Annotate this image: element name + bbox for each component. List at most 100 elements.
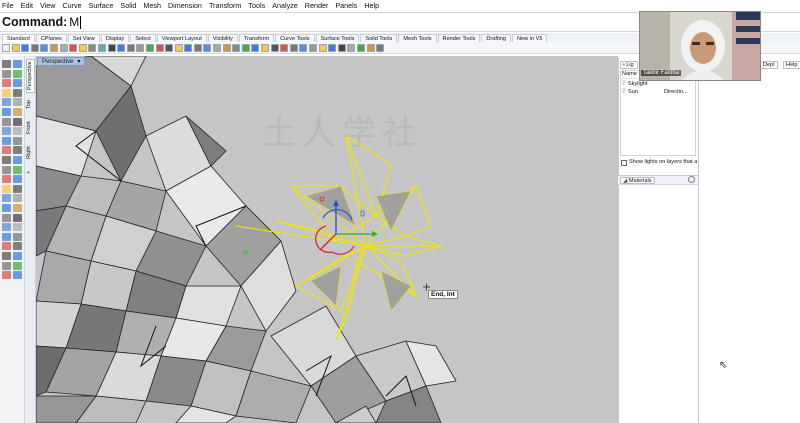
tab-visibility[interactable]: Visibility: [207, 34, 238, 42]
lights-panel-tab[interactable]: ●Lig: [620, 61, 638, 69]
toolbar-tool-icon[interactable]: [117, 43, 126, 52]
add-viewport-tab-button[interactable]: +: [26, 168, 35, 176]
menu-render[interactable]: Render: [305, 1, 329, 10]
tool-palette-icon[interactable]: [13, 136, 22, 145]
menu-help[interactable]: Help: [364, 1, 379, 10]
tool-palette-icon[interactable]: [2, 98, 11, 107]
tool-palette-icon[interactable]: [2, 60, 11, 68]
tool-palette-icon[interactable]: [2, 108, 11, 116]
tool-palette-icon[interactable]: [2, 136, 11, 145]
toolbar-tool-icon[interactable]: [193, 43, 202, 52]
tab-top[interactable]: Top: [26, 96, 35, 114]
tool-palette-icon[interactable]: [2, 127, 11, 136]
toolbar-tool-icon[interactable]: [78, 43, 87, 52]
toolbar-tool-icon[interactable]: [261, 43, 270, 52]
viewport-title-tab[interactable]: Perspective ▾: [37, 57, 86, 66]
toolbar-tool-icon[interactable]: [203, 43, 212, 52]
tool-palette-icon[interactable]: [13, 213, 22, 222]
menu-mesh[interactable]: Mesh: [143, 1, 161, 10]
tool-palette-icon[interactable]: [13, 69, 22, 78]
tool-palette-icon[interactable]: [2, 271, 11, 280]
tool-palette-icon[interactable]: [13, 175, 22, 184]
tool-palette-icon[interactable]: [2, 165, 11, 174]
tool-palette-icon[interactable]: [2, 156, 11, 164]
tool-palette-icon[interactable]: [2, 232, 11, 241]
materials-tab[interactable]: ◢ Materials: [620, 177, 655, 184]
tab-drafting[interactable]: Drafting: [481, 34, 511, 42]
tab-standard[interactable]: Standard: [2, 34, 35, 42]
tab-new-in-v5[interactable]: New in V5: [511, 34, 548, 42]
tool-palette-icon[interactable]: [13, 184, 22, 193]
toolbar-tool-icon[interactable]: [69, 43, 78, 52]
menu-tools[interactable]: Tools: [248, 1, 265, 10]
toolbar-tool-icon[interactable]: [136, 43, 145, 52]
tool-palette-icon[interactable]: [13, 117, 22, 126]
tool-palette-icon[interactable]: [2, 213, 11, 222]
menu-solid[interactable]: Solid: [120, 1, 136, 10]
chevron-down-icon[interactable]: ▾: [77, 59, 80, 65]
toolbar-tool-icon[interactable]: [318, 43, 327, 52]
tab-cplanes[interactable]: CPlanes: [35, 34, 67, 42]
tool-palette-icon[interactable]: [13, 242, 22, 251]
tool-palette-icon[interactable]: [13, 108, 22, 116]
tool-palette-icon[interactable]: [13, 79, 22, 88]
menu-transform[interactable]: Transform: [209, 1, 241, 10]
tool-palette-icon[interactable]: [2, 184, 11, 193]
tool-palette-icon[interactable]: [13, 232, 22, 241]
toolbar-tool-icon[interactable]: [251, 43, 260, 52]
light-row[interactable]: 💡︎ Sun Directio...: [622, 89, 696, 97]
tab-mesh-tools[interactable]: Mesh Tools: [398, 34, 437, 42]
tool-palette-icon[interactable]: [13, 204, 22, 212]
menu-panels[interactable]: Panels: [335, 1, 357, 10]
toolbar-tool-icon[interactable]: [11, 43, 20, 52]
toolbar-tool-icon[interactable]: [376, 43, 385, 52]
toolbar-tool-icon[interactable]: [49, 43, 58, 52]
menu-file[interactable]: File: [2, 1, 14, 10]
tab-right[interactable]: Right: [26, 142, 35, 164]
menu-curve[interactable]: Curve: [62, 1, 81, 10]
gear-icon[interactable]: [688, 176, 695, 183]
tool-palette-icon[interactable]: [2, 242, 11, 251]
tab-solid-tools[interactable]: Solid Tools: [360, 34, 398, 42]
tab-perspective[interactable]: Perspective: [26, 59, 35, 93]
toolbar-tool-icon[interactable]: [347, 43, 356, 52]
light-row[interactable]: 💡︎ Skylight: [622, 81, 696, 89]
toolbar-tool-icon[interactable]: [366, 43, 375, 52]
tool-palette-icon[interactable]: [2, 88, 11, 97]
toolbar-tool-icon[interactable]: [126, 43, 135, 52]
tool-palette-icon[interactable]: [2, 175, 11, 184]
tool-palette-icon[interactable]: [2, 194, 11, 203]
tab-depl[interactable]: Depl: [760, 61, 778, 69]
toolbar-tool-icon[interactable]: [107, 43, 116, 52]
tab-select[interactable]: Select: [130, 34, 156, 42]
toolbar-tool-icon[interactable]: [184, 43, 193, 52]
tab-set-view[interactable]: Set View: [67, 34, 100, 42]
toolbar-tool-icon[interactable]: [232, 43, 241, 52]
toolbar-tool-icon[interactable]: [270, 43, 279, 52]
toolbar-tool-icon[interactable]: [97, 43, 106, 52]
tool-palette-icon[interactable]: [2, 204, 11, 212]
tool-palette-icon[interactable]: [13, 60, 22, 68]
column-name[interactable]: Name: [620, 71, 637, 77]
tool-palette-icon[interactable]: [13, 127, 22, 136]
toolbar-tool-icon[interactable]: [145, 43, 154, 52]
toolbar-tool-icon[interactable]: [2, 43, 10, 52]
tab-render-tools[interactable]: Render Tools: [437, 34, 481, 42]
toolbar-tool-icon[interactable]: [328, 43, 337, 52]
toolbar-tool-icon[interactable]: [165, 43, 174, 52]
toolbar-tool-icon[interactable]: [337, 43, 346, 52]
tab-curve-tools[interactable]: Curve Tools: [275, 34, 315, 42]
show-lights-checkbox[interactable]: [621, 160, 627, 166]
tab-display[interactable]: Display: [100, 34, 130, 42]
tool-palette-icon[interactable]: [2, 223, 11, 232]
menu-edit[interactable]: Edit: [21, 1, 33, 10]
toolbar-tool-icon[interactable]: [21, 43, 30, 52]
toolbar-tool-icon[interactable]: [30, 43, 39, 52]
tool-palette-icon[interactable]: [2, 252, 11, 260]
toolbar-tool-icon[interactable]: [309, 43, 317, 52]
toolbar-tool-icon[interactable]: [299, 43, 308, 52]
toolbar-tool-icon[interactable]: [174, 43, 183, 52]
toolbar-tool-icon[interactable]: [59, 43, 68, 52]
tool-palette-icon[interactable]: [13, 146, 22, 155]
tool-palette-icon[interactable]: [13, 156, 22, 164]
